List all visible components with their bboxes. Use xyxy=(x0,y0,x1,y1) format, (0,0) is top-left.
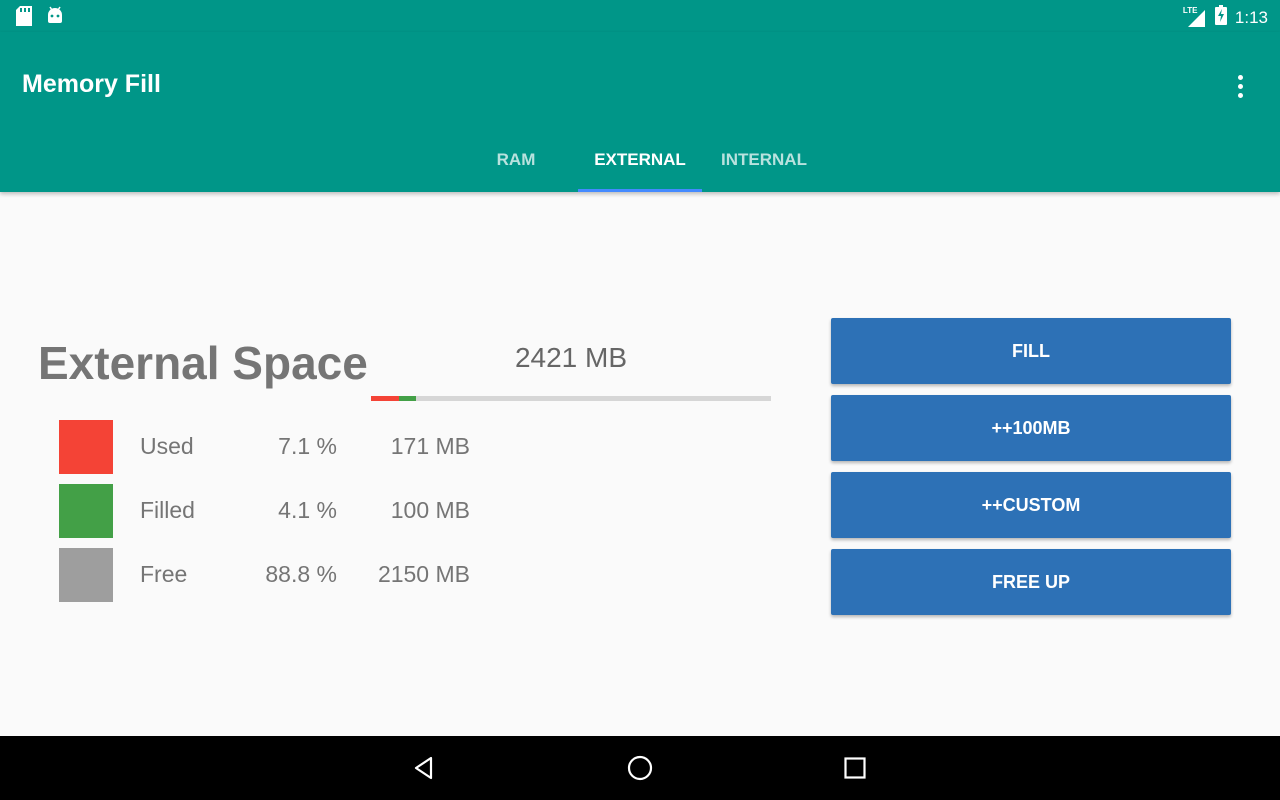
usage-bar-filled xyxy=(399,396,416,401)
legend-label: Used xyxy=(140,433,194,459)
legend-percent: 7.1 % xyxy=(278,433,337,459)
legend-percent: 88.8 % xyxy=(265,561,337,587)
legend-percent: 4.1 % xyxy=(278,497,337,523)
tab-external[interactable]: EXTERNAL xyxy=(578,128,702,192)
legend-row-free: Free 88.8 % 2150 MB xyxy=(59,548,499,612)
usage-bar xyxy=(371,396,771,401)
legend-row-filled: Filled 4.1 % 100 MB xyxy=(59,484,499,548)
status-bar: LTE 1:13 xyxy=(0,0,1280,32)
legend-swatch-filled xyxy=(59,484,113,538)
battery-charging-icon xyxy=(1214,5,1227,30)
tab-ram[interactable]: RAM xyxy=(454,128,578,192)
sd-card-icon xyxy=(16,6,32,31)
legend-label: Free xyxy=(140,561,188,587)
app-bar: Memory Fill RAM EXTERNAL INTERNAL xyxy=(0,32,1280,192)
legend-label: Filled xyxy=(140,497,195,523)
main-content: External Space 2421 MB Used 7.1 % 171 MB… xyxy=(0,192,1280,736)
usage-legend: Used 7.1 % 171 MB Filled 4.1 % 100 MB Fr… xyxy=(59,420,499,612)
free-up-button[interactable]: FREE UP xyxy=(831,549,1231,615)
legend-row-used: Used 7.1 % 171 MB xyxy=(59,420,499,484)
android-icon xyxy=(46,6,64,31)
fill-button[interactable]: FILL xyxy=(831,318,1231,384)
status-time: 1:13 xyxy=(1234,7,1268,27)
legend-size: 2150 MB xyxy=(377,561,470,587)
usage-bar-used xyxy=(371,396,400,401)
app-title: Memory Fill xyxy=(22,70,161,98)
action-buttons: FILL ++100MB ++CUSTOM FREE UP xyxy=(831,318,1231,626)
tab-bar: RAM EXTERNAL INTERNAL xyxy=(0,128,1280,192)
lte-signal-icon: LTE xyxy=(1183,6,1207,28)
legend-swatch-free xyxy=(59,548,113,602)
add-100mb-button[interactable]: ++100MB xyxy=(831,395,1231,461)
legend-size: 100 MB xyxy=(390,497,470,523)
add-custom-button[interactable]: ++CUSTOM xyxy=(831,472,1231,538)
navigation-bar xyxy=(0,736,1280,800)
tab-internal[interactable]: INTERNAL xyxy=(702,128,826,192)
home-circle-icon[interactable] xyxy=(620,748,660,788)
recents-square-icon[interactable] xyxy=(835,748,875,788)
total-size: 2421 MB xyxy=(514,342,628,373)
legend-swatch-used xyxy=(59,420,113,474)
back-triangle-icon[interactable] xyxy=(404,748,444,788)
page-title: External Space xyxy=(38,337,368,389)
more-vert-icon[interactable] xyxy=(1230,72,1250,100)
legend-size: 171 MB xyxy=(390,433,470,459)
